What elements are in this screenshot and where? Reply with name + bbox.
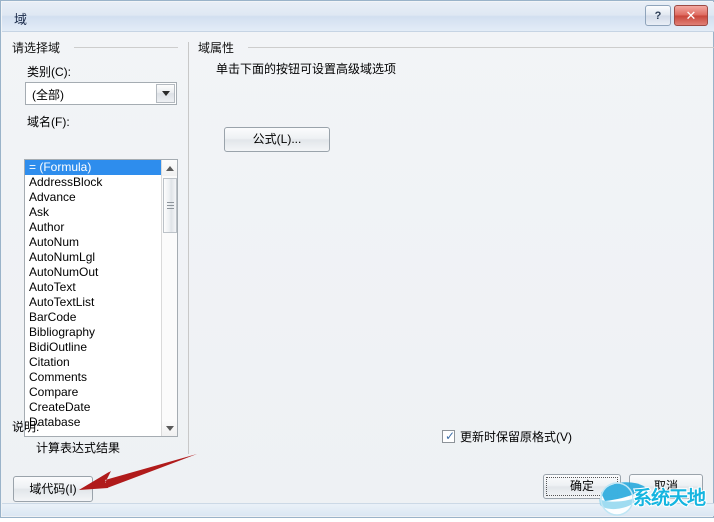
list-item[interactable]: Ask [25, 205, 162, 220]
list-item[interactable]: BarCode [25, 310, 162, 325]
field-name-list[interactable]: = (Formula) AddressBlock Advance Ask Author A… [25, 160, 162, 430]
preserve-format-row[interactable]: ✓ 更新时保留原格式(V) [442, 428, 572, 445]
scroll-down-icon[interactable] [162, 420, 177, 436]
list-item[interactable]: Database [25, 415, 162, 430]
scrollbar-thumb[interactable] [163, 178, 177, 233]
list-item[interactable]: Bibliography [25, 325, 162, 340]
description-label: 说明: [12, 420, 40, 434]
title-bar: 域 ? ✕ [2, 2, 714, 32]
check-icon: ✓ [445, 429, 456, 443]
list-item[interactable]: Advance [25, 190, 162, 205]
field-name-label: 域名(F): [27, 115, 70, 129]
ok-button-label: 确定 [569, 479, 594, 493]
category-dropdown[interactable]: (全部) [25, 82, 177, 105]
window-title: 域 [14, 12, 28, 27]
close-icon[interactable]: ✕ [674, 5, 708, 26]
description-text: 计算表达式结果 [36, 441, 121, 455]
cancel-button[interactable]: 取消 [629, 474, 703, 499]
list-item[interactable]: AutoText [25, 280, 162, 295]
list-item[interactable]: Author [25, 220, 162, 235]
list-item[interactable]: BidiOutline [25, 340, 162, 355]
chevron-down-icon[interactable] [156, 84, 175, 103]
window-controls: ? ✕ [645, 5, 708, 26]
list-item[interactable]: Citation [25, 355, 162, 370]
list-item[interactable]: AutoNumLgl [25, 250, 162, 265]
ok-button[interactable]: 确定 [543, 474, 621, 499]
dialog-footer-bar [2, 503, 714, 516]
formula-button[interactable]: 公式(L)... [224, 127, 330, 152]
field-property-hint: 单击下面的按钮可设置高级域选项 [216, 62, 397, 76]
category-label: 类别(C): [27, 65, 71, 79]
left-group-title: 请选择域 [12, 41, 179, 55]
category-value: (全部) [32, 88, 64, 102]
right-group-title: 域属性 [198, 41, 714, 55]
list-item[interactable]: Compare [25, 385, 162, 400]
field-name-listbox[interactable]: = (Formula) AddressBlock Advance Ask Author A… [24, 159, 178, 437]
list-item[interactable]: CreateDate [25, 400, 162, 415]
scroll-up-icon[interactable] [162, 160, 177, 176]
field-dialog: 域 ? ✕ 请选择域 类别(C): (全部) 域名(F): = (Formula… [0, 0, 714, 518]
list-item[interactable]: AutoNumOut [25, 265, 162, 280]
preserve-format-label: 更新时保留原格式(V) [460, 430, 572, 444]
dialog-body: 请选择域 类别(C): (全部) 域名(F): = (Formula) Addre… [2, 32, 714, 487]
list-item[interactable]: AddressBlock [25, 175, 162, 190]
list-item[interactable]: AutoNum [25, 235, 162, 250]
field-code-button[interactable]: 域代码(I) [13, 476, 93, 502]
preserve-format-checkbox[interactable]: ✓ [442, 430, 455, 443]
list-item[interactable]: Comments [25, 370, 162, 385]
panel-divider [188, 42, 189, 454]
list-item[interactable]: AutoTextList [25, 295, 162, 310]
list-item[interactable]: = (Formula) [25, 160, 162, 175]
listbox-scrollbar[interactable] [161, 160, 177, 436]
help-icon[interactable]: ? [645, 5, 671, 26]
